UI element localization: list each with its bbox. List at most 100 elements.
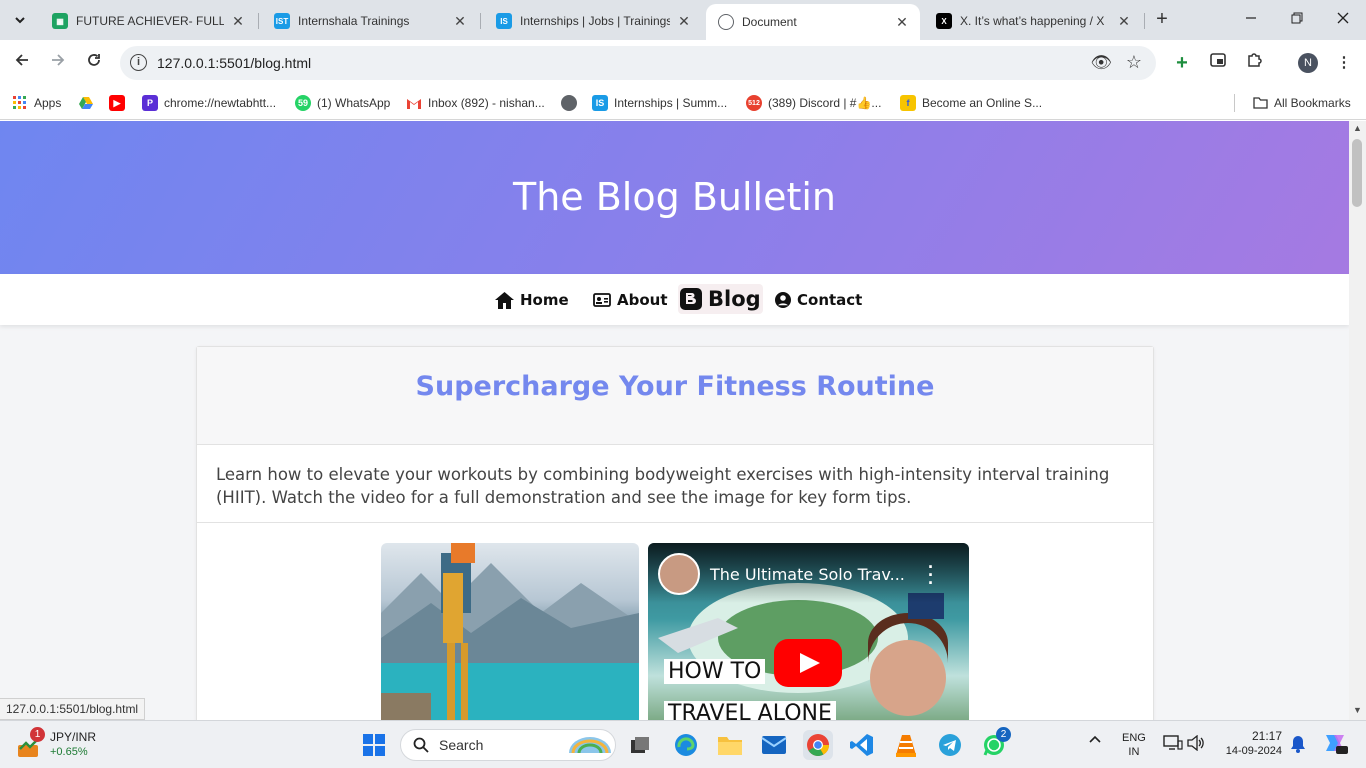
channel-avatar[interactable] — [658, 553, 700, 595]
scrollbar-thumb[interactable] — [1352, 139, 1362, 207]
restore-button[interactable] — [1274, 8, 1320, 32]
bookmark-star-icon[interactable]: ☆ — [1126, 52, 1142, 73]
browser-toolbar: i 127.0.0.1:5501/blog.html 👁 ☆ + N ⋮ — [0, 40, 1366, 86]
profile-avatar[interactable]: N — [1298, 53, 1318, 73]
site-title: The Blog Bulletin — [512, 175, 837, 219]
nav-about-label: About — [617, 291, 668, 309]
video-title[interactable]: The Ultimate Solo Trav... — [710, 565, 905, 584]
site-info-icon[interactable]: i — [130, 54, 147, 71]
scroll-down-icon[interactable]: ▼ — [1353, 705, 1362, 715]
close-icon[interactable]: ✕ — [676, 13, 692, 30]
copilot-icon[interactable] — [1322, 731, 1348, 758]
taskbar-telegram[interactable] — [935, 730, 965, 760]
nav-home[interactable]: Home — [495, 288, 569, 312]
folder-icon — [1252, 95, 1268, 111]
chevron-down-icon — [15, 17, 25, 24]
taskbar-search[interactable]: Search — [400, 729, 616, 761]
video-more-icon[interactable]: · · · — [928, 558, 934, 592]
bookmark-internshala[interactable]: IS Internships | Summ... — [592, 92, 727, 114]
bookmark-drive[interactable] — [78, 92, 100, 114]
bookmark-newtab[interactable]: P chrome://newtabhtt... — [142, 92, 276, 114]
blog-post-card: Supercharge Your Fitness Routine Learn h… — [196, 346, 1154, 720]
bookmark-apps[interactable]: Apps — [12, 92, 61, 114]
extensions-puzzle-icon[interactable] — [1243, 52, 1265, 74]
tab-x[interactable]: X X. It’s what’s happening / X ✕ — [924, 6, 1142, 36]
network-icon[interactable] — [1163, 735, 1183, 754]
menu-kebab-icon[interactable]: ⋮ — [1333, 52, 1355, 74]
start-button[interactable] — [359, 730, 389, 760]
post-image — [381, 543, 639, 720]
arrow-right-icon — [52, 54, 65, 66]
bookmark-gmail[interactable]: Inbox (892) - nishan... — [406, 92, 545, 114]
embedded-video[interactable]: The Ultimate Solo Trav... · · · HOW TO TRA… — [648, 543, 969, 720]
tab-divider — [480, 13, 481, 29]
tab-future-achiever[interactable]: ▦ FUTURE ACHIEVER- FULL STA ✕ — [40, 6, 256, 36]
taskbar-vlc[interactable] — [891, 730, 921, 760]
close-icon[interactable]: ✕ — [1116, 13, 1132, 30]
close-icon[interactable]: ✕ — [894, 14, 910, 31]
scroll-up-icon[interactable]: ▲ — [1353, 123, 1362, 133]
bookmarks-divider — [1234, 94, 1235, 112]
clock-time: 21:17 — [1251, 729, 1282, 743]
url-text[interactable]: 127.0.0.1:5501/blog.html — [157, 55, 311, 71]
nav-about[interactable]: About — [593, 288, 668, 312]
taskbar-edge[interactable] — [671, 730, 701, 760]
taskbar-vscode[interactable] — [847, 730, 877, 760]
minimize-icon — [1246, 17, 1256, 19]
ticker-name: JPY/INR — [50, 730, 97, 744]
forward-button[interactable] — [45, 50, 71, 76]
video-caption-line-2: TRAVEL ALONE — [664, 701, 836, 720]
bookmark-label: (1) WhatsApp — [317, 96, 391, 110]
bookmark-whatsapp[interactable]: 59 (1) WhatsApp — [295, 92, 390, 114]
tab-divider — [1144, 13, 1145, 29]
bookmark-flipkart[interactable]: f Become an Online S... — [900, 92, 1042, 114]
discord-icon: 512 — [746, 95, 762, 111]
sheets-icon: ▦ — [52, 13, 68, 29]
taskbar-mail[interactable] — [759, 730, 789, 760]
notification-badge: 1 — [30, 727, 45, 742]
reload-button[interactable] — [81, 50, 107, 76]
extension-plus-icon[interactable]: + — [1171, 52, 1193, 74]
address-bar[interactable]: i 127.0.0.1:5501/blog.html 👁 ☆ — [120, 46, 1156, 80]
chevron-up-icon[interactable] — [1088, 733, 1102, 750]
taskbar-whatsapp[interactable]: 2 — [979, 727, 1011, 760]
bookmark-discord[interactable]: 512 (389) Discord | #👍... — [746, 92, 881, 114]
chrome-icon — [807, 734, 829, 756]
flipkart-icon: f — [900, 95, 916, 111]
page-scrollbar[interactable]: ▲ ▼ — [1349, 121, 1366, 720]
main-nav: Home About Blog Contact — [0, 274, 1349, 325]
tab-document[interactable]: Document ✕ — [706, 4, 920, 40]
ticker-widget[interactable]: 1 JPY/INR +0.65% — [16, 727, 106, 761]
bookmark-youtube[interactable]: ▶ — [109, 92, 131, 114]
picture-in-picture-icon[interactable] — [1207, 52, 1229, 74]
clock[interactable]: 21:17 14-09-2024 — [1218, 729, 1282, 759]
close-icon[interactable]: ✕ — [230, 13, 246, 30]
tab-search-button[interactable] — [8, 8, 32, 32]
taskbar-file-explorer[interactable] — [715, 730, 745, 760]
arrow-left-icon — [15, 54, 28, 66]
language-indicator[interactable]: ENG IN — [1122, 731, 1146, 759]
volume-icon[interactable] — [1187, 734, 1205, 754]
all-bookmarks-button[interactable]: All Bookmarks — [1252, 92, 1351, 114]
user-circle-icon — [775, 292, 791, 308]
close-window-button[interactable] — [1320, 8, 1366, 32]
tab-internshala-trainings[interactable]: IST Internshala Trainings ✕ — [262, 6, 478, 36]
new-tab-button[interactable]: + — [1150, 8, 1174, 32]
eye-icon[interactable]: 👁 — [1090, 53, 1112, 73]
nav-blog[interactable]: Blog — [678, 284, 763, 314]
minimize-button[interactable] — [1228, 8, 1274, 32]
home-icon — [495, 291, 514, 309]
play-button[interactable] — [774, 639, 842, 687]
back-button[interactable] — [9, 50, 35, 76]
tab-internships-jobs[interactable]: IS Internships | Jobs | Trainings ✕ — [484, 6, 702, 36]
vlc-icon — [896, 735, 916, 757]
notification-badge: 2 — [996, 727, 1011, 742]
globe-icon — [561, 95, 577, 111]
taskbar-chrome[interactable] — [803, 730, 833, 760]
close-icon[interactable]: ✕ — [452, 13, 468, 30]
nav-contact[interactable]: Contact — [775, 288, 862, 312]
post-title: Supercharge Your Fitness Routine — [415, 371, 935, 402]
notifications-bell-icon[interactable] — [1290, 735, 1306, 756]
task-view-button[interactable] — [625, 730, 655, 760]
bookmark-globe[interactable] — [561, 92, 583, 114]
